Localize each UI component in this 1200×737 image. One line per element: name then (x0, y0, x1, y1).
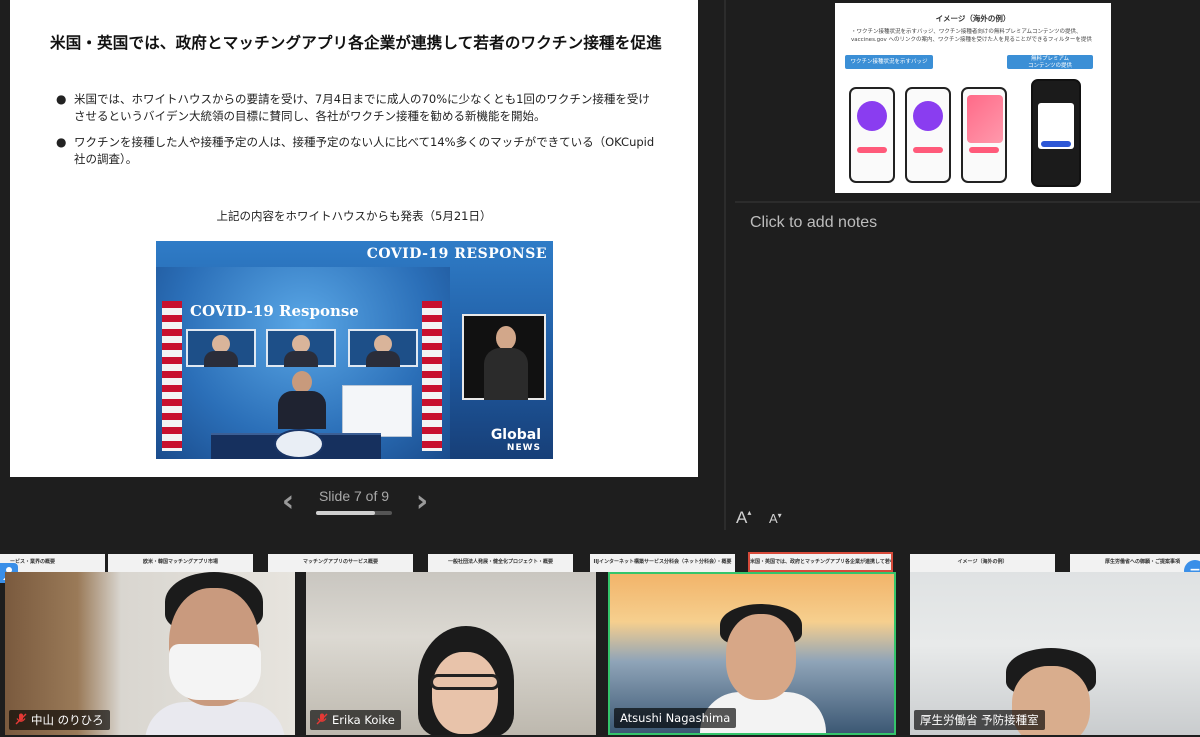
muted-mic-icon (15, 713, 27, 725)
white-house-seal-icon (274, 429, 324, 459)
slide-thumbnail[interactable]: 欧米・韓国マッチングアプリ市場 (108, 554, 253, 572)
badge-label: ワクチン接種状況を示すバッジ (845, 55, 933, 69)
briefing-stage: COVID-19 Response (156, 267, 450, 459)
next-slide-title: イメージ（海外の例） (935, 14, 1011, 23)
bullet-marker: ● (56, 135, 67, 149)
caret-down-icon: ▾ (777, 511, 782, 520)
phone-mockup (905, 87, 951, 183)
slide-filmstrip: ービス・業界の概要 欧米・韓国マッチングアプリ市場 マッチングアプリのサービス概要一… (0, 552, 1200, 572)
bullet-text: ワクチンを接種した人や接種予定の人は、接種予定のない人に比べて14%多くのマッチ… (74, 135, 655, 166)
slide-progress-bar (316, 511, 392, 515)
sign-language-interpreter (462, 314, 546, 400)
slide-thumbnail[interactable]: 一般社団法人発展・健全化プロジェクト・概要 (428, 554, 573, 572)
slide-thumbnail[interactable]: イメージ（海外の例） (910, 554, 1055, 572)
next-slide-text: ・ワクチン接種状況を示すバッジ、ワクチン接種者向けの無料プレミアムコンテンツの提… (851, 29, 1092, 43)
slide-bullet: ● ワクチンを接種した人や接種予定の人は、接種予定のない人に比べて14%多くのマ… (56, 134, 656, 168)
slide-thumbnail[interactable]: IIJインターネット構築サービス分科会（ネット分科会）・概要 (590, 554, 735, 572)
flag-icon (422, 301, 442, 451)
slide-progress-fill (316, 511, 376, 515)
thumbnail-label: 欧米・韓国マッチングアプリ市場 (142, 559, 218, 565)
press-briefing-photo: COVID-19 RESPONSE COVID-19 Response Glob… (156, 241, 553, 459)
participant-name-tag: 中山 のりひろ (9, 710, 110, 730)
slide-thumbnail[interactable]: マッチングアプリのサービス概要 (268, 554, 413, 572)
speaker-figure (274, 371, 330, 429)
active-speaker-video-tile[interactable]: Atsushi Nagashima (608, 572, 896, 735)
muted-mic-icon (316, 713, 328, 725)
participant-name-tag: Erika Koike (310, 710, 401, 730)
decrease-font-button[interactable]: A▾ (769, 511, 782, 526)
current-slide: 米国・英国では、政府とマッチングアプリ各企業が連携して若者のワクチン接種を促進 … (10, 0, 698, 477)
slide-title: 米国・英国では、政府とマッチングアプリ各企業が連携して若者のワクチン接種を促進 (50, 34, 662, 52)
slide-thumbnail[interactable]: 厚生労働省への御願・ご提案事項 (1070, 554, 1200, 572)
phone-mockup (961, 87, 1007, 183)
photo-caption: 上記の内容をホワイトハウスからも発表（5月21日） (216, 209, 492, 223)
thumbnail-label: イメージ（海外の例） (957, 559, 1008, 565)
participant-figure (414, 622, 514, 735)
photo-heading: COVID-19 Response (190, 302, 359, 320)
thumbnail-label: マッチングアプリのサービス概要 (302, 559, 378, 565)
meeting-window: 米国・英国では、政府とマッチングアプリ各企業が連携して若者のワクチン接種を促進 … (0, 0, 1200, 737)
caret-up-icon: ▴ (747, 508, 752, 517)
bullet-text: 米国では、ホワイトハウスからの要請を受け、7月4日までに成人の70%に少なくとも… (74, 92, 650, 123)
video-screen (266, 329, 336, 367)
slide-counter: Slide 7 of 9 (318, 488, 390, 504)
briefing-board (342, 385, 412, 437)
bullet-marker: ● (56, 92, 67, 106)
thumbnail-label: 厚生労働省への御願・ご提案事項 (1104, 559, 1180, 565)
increase-font-button[interactable]: A▴ (736, 508, 751, 528)
participant-video-tile[interactable]: 中山 のりひろ (5, 572, 295, 735)
premium-label: 無料プレミアム コンテンツの提供 (1007, 55, 1093, 69)
photo-banner: COVID-19 RESPONSE (366, 246, 547, 262)
video-screen (186, 329, 256, 367)
thumbnail-label: 米国・英国では、政府とマッチングアプリ各企業が連携して若者のワクチン接種を促進 (750, 559, 893, 565)
participant-figure (145, 572, 285, 735)
news-logo: Global NEWS (490, 427, 541, 453)
phone-mockup (849, 87, 895, 183)
participant-name-tag: Atsushi Nagashima (614, 708, 737, 728)
slide-thumbnail[interactable]: 米国・英国では、政府とマッチングアプリ各企業が連携して若者のワクチン接種を促進 (748, 552, 893, 572)
phone-mockup (1031, 79, 1081, 187)
notes-divider (735, 201, 1200, 203)
thumbnail-label: 一般社団法人発展・健全化プロジェクト・概要 (447, 559, 553, 565)
participant-name-tag: 厚生労働省 予防接種室 (914, 710, 1045, 730)
video-screen (348, 329, 418, 367)
panel-divider (724, 0, 726, 530)
participant-video-tile[interactable]: 厚生労働省 予防接種室 (910, 572, 1200, 735)
participant-video-tile[interactable]: Erika Koike (306, 572, 596, 735)
slide-bullet: ● 米国では、ホワイトハウスからの要請を受け、7月4日までに成人の70%に少なく… (56, 91, 656, 125)
thumbnail-label: IIJインターネット構築サービス分科会（ネット分科会）・概要 (593, 559, 732, 565)
next-slide-button[interactable]: › (411, 485, 433, 519)
flag-icon (162, 301, 182, 451)
next-slide-preview[interactable]: イメージ（海外の例） ・ワクチン接種状況を示すバッジ、ワクチン接種者向けの無料プ… (835, 3, 1111, 193)
speaker-notes-area[interactable]: Click to add notes (750, 214, 877, 232)
previous-slide-button[interactable]: ‹ (277, 485, 299, 519)
